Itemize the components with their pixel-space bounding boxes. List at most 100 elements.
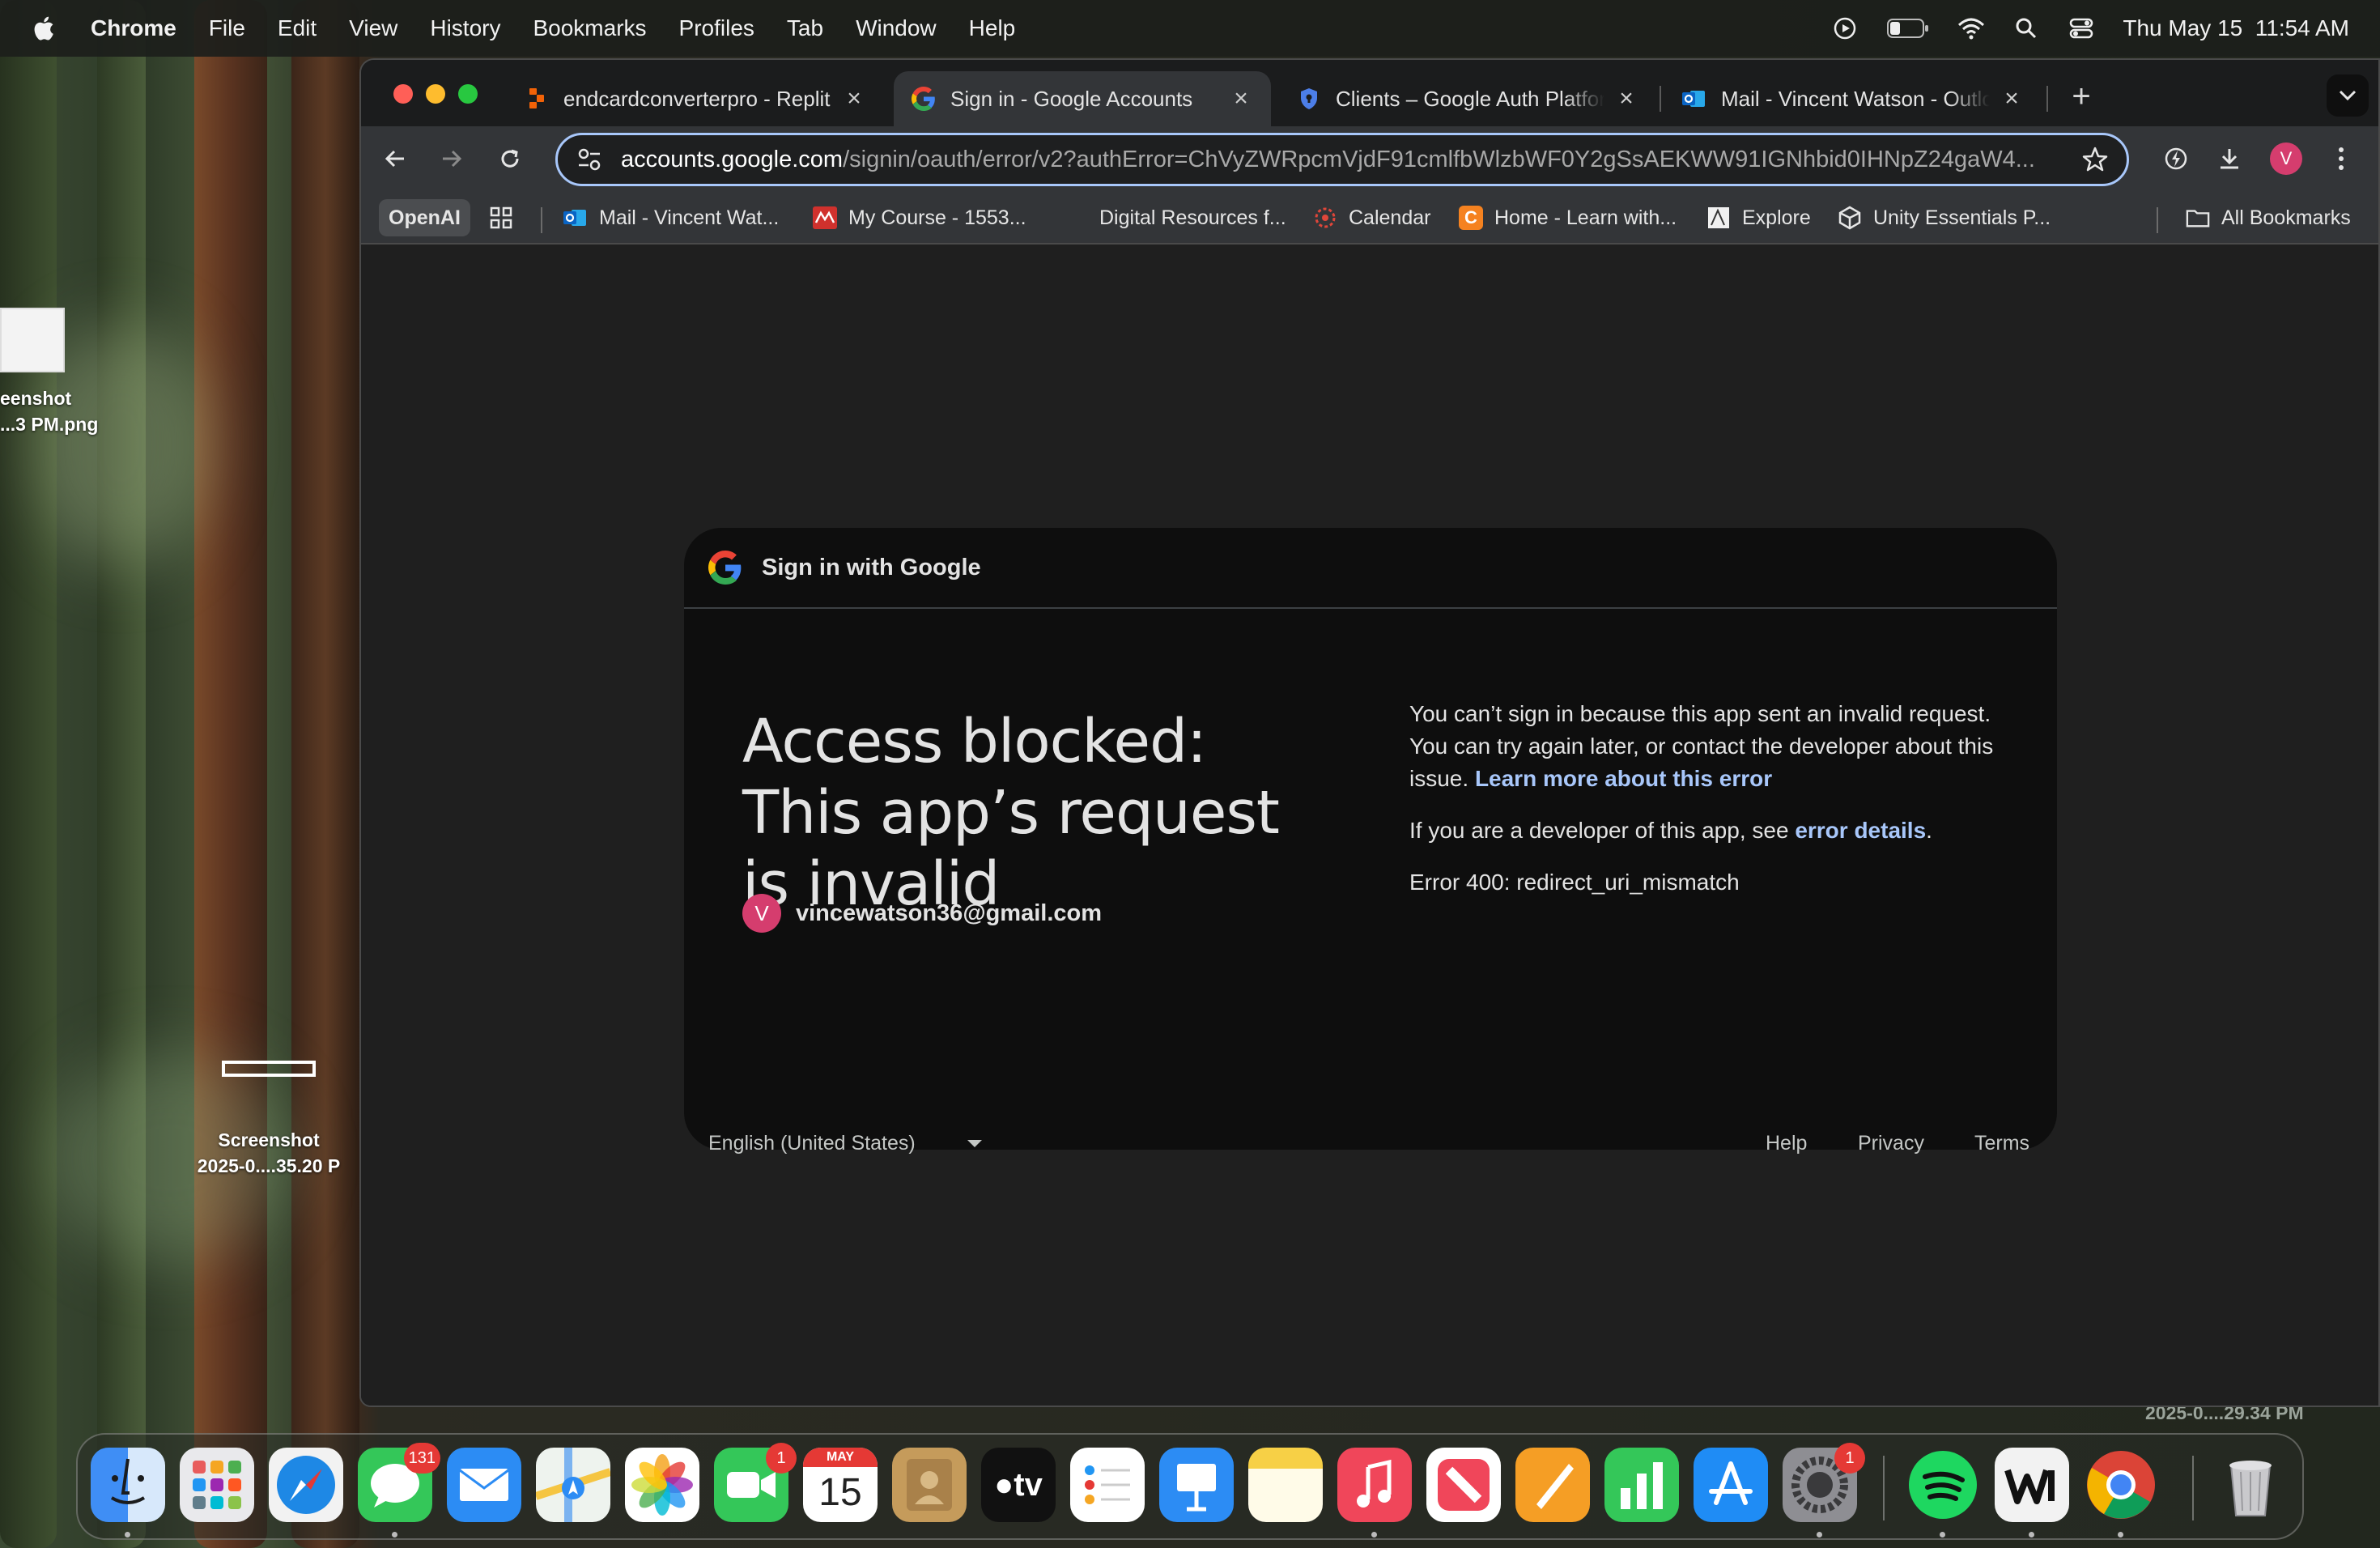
tab-google-auth-platform[interactable]: Clients – Google Auth Platform × <box>1279 71 1656 126</box>
forward-button[interactable] <box>432 139 471 178</box>
bookmark-explore[interactable]: Explore <box>1706 199 1811 236</box>
download-icon <box>2221 149 2238 169</box>
help-link[interactable]: Help <box>1766 1132 1807 1155</box>
maps-icon[interactable] <box>534 1448 612 1522</box>
apple-tv-icon[interactable]: ●tv <box>981 1448 1056 1522</box>
photos-icon[interactable] <box>625 1448 699 1522</box>
tab-google-sign-in[interactable]: Sign in - Google Accounts × <box>894 71 1271 126</box>
reload-button[interactable] <box>491 139 529 178</box>
menu-history[interactable]: History <box>430 15 500 41</box>
file-thumbnail <box>222 1061 316 1077</box>
apple-menu-icon[interactable] <box>31 15 55 42</box>
calendar-app-icon[interactable]: MAY 15 <box>803 1448 878 1522</box>
spotlight-search-icon[interactable] <box>2012 15 2040 42</box>
keynote-icon[interactable] <box>1159 1448 1234 1522</box>
control-center-icon[interactable] <box>2068 15 2095 42</box>
developer-message-end: . <box>1926 818 1932 843</box>
menu-view[interactable]: View <box>349 15 397 41</box>
new-tab-button[interactable]: + <box>2061 76 2102 117</box>
downloads-button[interactable] <box>2210 139 2249 178</box>
menu-profiles[interactable]: Profiles <box>679 15 754 41</box>
notes-icon[interactable] <box>1248 1448 1323 1522</box>
terms-link[interactable]: Terms <box>1974 1132 2029 1155</box>
system-settings-icon[interactable]: 1 <box>1783 1443 1865 1522</box>
error-details-link[interactable]: error details <box>1795 818 1926 843</box>
close-tab-icon[interactable]: × <box>1229 85 1253 113</box>
error-message: You can’t sign in because this app sent … <box>1409 698 2025 795</box>
learn-more-link[interactable]: Learn more about this error <box>1475 766 1772 791</box>
dock-separator <box>2192 1456 2194 1520</box>
menu-app-name[interactable]: Chrome <box>91 15 176 41</box>
tab-outlook-mail[interactable]: Mail - Vincent Watson - Outlook × <box>1664 71 2042 126</box>
trash-icon[interactable] <box>2213 1448 2288 1522</box>
wifi-icon[interactable] <box>1957 15 1985 42</box>
reminders-icon[interactable] <box>1070 1448 1145 1522</box>
spotify-icon[interactable] <box>1906 1448 1980 1522</box>
facetime-icon[interactable]: 1 <box>714 1443 797 1522</box>
calendar-day: 15 <box>818 1471 862 1514</box>
messages-icon[interactable]: 131 <box>358 1443 440 1522</box>
close-tab-icon[interactable]: × <box>2000 85 2024 113</box>
tab-search-button[interactable] <box>2327 74 2369 117</box>
browser-toolbar: accounts.google.com/signin/oauth/error/v… <box>361 126 2378 191</box>
music-icon[interactable] <box>1337 1448 1412 1522</box>
bookmark-calendar[interactable]: Calendar <box>1313 199 1430 236</box>
menu-tab[interactable]: Tab <box>787 15 823 41</box>
tab-replit[interactable]: endcardconverterpro - Replit × <box>507 71 884 126</box>
safari-icon[interactable] <box>269 1448 343 1522</box>
battery-icon[interactable] <box>1886 15 1930 42</box>
numbers-icon[interactable] <box>1604 1448 1679 1522</box>
w-app-icon[interactable] <box>1995 1448 2069 1522</box>
account-chip[interactable]: V vincewatson36@gmail.com <box>742 894 1102 933</box>
contacts-icon[interactable] <box>892 1448 967 1522</box>
play-status-icon[interactable] <box>1831 15 1859 42</box>
bookmark-star-icon[interactable] <box>2081 146 2109 173</box>
apps-grid-button[interactable] <box>489 199 513 236</box>
bookmark-openai[interactable]: OpenAI <box>379 199 470 236</box>
menu-file[interactable]: File <box>209 15 245 41</box>
address-bar[interactable]: accounts.google.com/signin/oauth/error/v… <box>555 133 2129 186</box>
tab-strip: endcardconverterpro - Replit × Sign in -… <box>361 60 2378 126</box>
profile-button[interactable]: V <box>2267 139 2306 178</box>
menu-help[interactable]: Help <box>969 15 1016 41</box>
bookmark-my-course[interactable]: My Course - 1553... <box>813 199 1026 236</box>
launchpad-icon[interactable] <box>180 1448 254 1522</box>
shield-icon <box>1297 87 1321 111</box>
bookmark-label: Explore <box>1742 206 1811 229</box>
zoom-window-button[interactable] <box>458 84 478 104</box>
desktop-file-1[interactable]: eenshot ...3 PM.png <box>0 308 98 437</box>
all-bookmarks-button[interactable]: All Bookmarks <box>2186 199 2351 236</box>
menu-bar-clock[interactable]: Thu May 15 11:54 AM <box>2123 15 2349 41</box>
desktop-file-2[interactable]: Screenshot 2025-0....35.20 P <box>180 1061 358 1179</box>
close-tab-icon[interactable]: × <box>842 85 866 113</box>
extension-button[interactable] <box>2157 139 2195 178</box>
chrome-menu-button[interactable] <box>2322 139 2361 178</box>
bookmark-mail[interactable]: Mail - Vincent Wat... <box>563 199 779 236</box>
file-name-line1: Screenshot <box>218 1129 320 1150</box>
bookmark-digital-resources[interactable]: Digital Resources f... <box>1099 199 1286 236</box>
reload-icon <box>501 149 519 168</box>
more-vert-icon <box>2339 147 2344 170</box>
outlook-icon <box>563 206 588 230</box>
minimize-window-button[interactable] <box>426 84 445 104</box>
mail-icon[interactable] <box>447 1448 521 1522</box>
menu-bar: Chrome File Edit View History Bookmarks … <box>0 0 2380 57</box>
forward-arrow-icon <box>443 150 462 168</box>
language-selector[interactable]: English (United States) <box>708 1132 982 1155</box>
menu-window[interactable]: Window <box>856 15 937 41</box>
file-name-line2: 2025-0....35.20 P <box>197 1155 341 1176</box>
finder-icon[interactable] <box>91 1448 165 1522</box>
back-button[interactable] <box>376 139 414 178</box>
menu-edit[interactable]: Edit <box>278 15 317 41</box>
menu-bookmarks[interactable]: Bookmarks <box>533 15 646 41</box>
bookmark-unity[interactable]: Unity Essentials P... <box>1838 199 2051 236</box>
privacy-link[interactable]: Privacy <box>1858 1132 1924 1155</box>
news-icon[interactable] <box>1426 1448 1501 1522</box>
close-tab-icon[interactable]: × <box>1614 85 1638 113</box>
pages-icon[interactable] <box>1515 1448 1590 1522</box>
bookmark-home-learn[interactable]: C Home - Learn with... <box>1459 199 1677 236</box>
close-window-button[interactable] <box>393 84 413 104</box>
chrome-icon[interactable] <box>2084 1448 2158 1522</box>
app-store-icon[interactable] <box>1694 1448 1768 1522</box>
site-info-icon[interactable] <box>576 146 603 173</box>
